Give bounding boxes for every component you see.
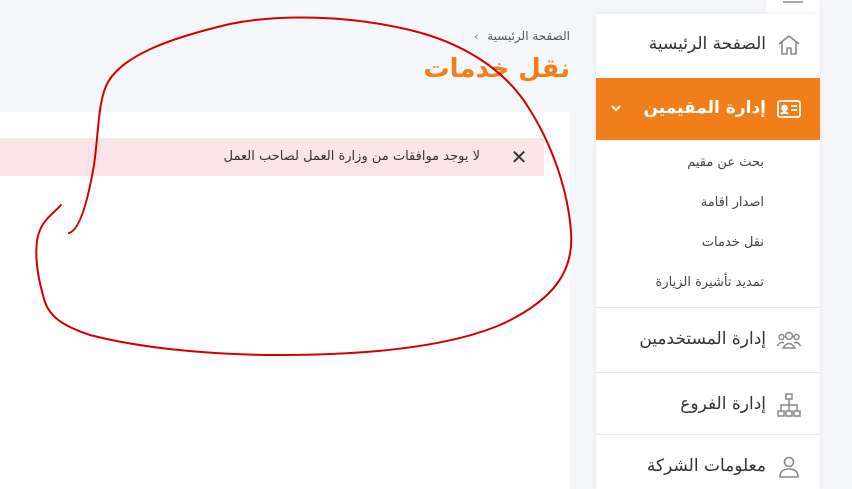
breadcrumb: الصفحة الرئيسية › xyxy=(474,29,570,43)
sidebar-item-branches[interactable]: إدارة الفروع xyxy=(596,373,820,437)
submenu-item-extend-visit-visa[interactable]: تمديد تأشيرة الزيارة xyxy=(656,275,764,290)
submenu-item-transfer-services[interactable]: نقل خدمات xyxy=(702,235,764,250)
sidebar-item-label: إدارة الفروع xyxy=(680,394,766,414)
error-alert: لا يوجد موافقات من وزارة العمل لصاحب الع… xyxy=(0,138,544,176)
sidebar-item-label: إدارة المستخدمين xyxy=(639,329,766,349)
users-icon xyxy=(776,327,802,353)
breadcrumb-separator: › xyxy=(473,30,479,43)
sidebar-item-residents[interactable]: إدارة المقيمين xyxy=(596,78,820,140)
breadcrumb-home-link[interactable]: الصفحة الرئيسية xyxy=(487,29,570,43)
page-title: نقل خدمات xyxy=(423,54,570,84)
home-icon xyxy=(776,32,802,58)
sidebar-item-label: الصفحة الرئيسية xyxy=(648,34,766,54)
user-icon xyxy=(776,454,802,480)
close-icon[interactable]: ✕ xyxy=(508,146,530,168)
submenu-item-search-resident[interactable]: بحث عن مقيم xyxy=(687,155,764,170)
sitemap-icon xyxy=(776,392,802,418)
sidebar-item-home[interactable]: الصفحة الرئيسية xyxy=(596,14,820,78)
sidebar-toggle-tab[interactable] xyxy=(766,0,820,14)
content-card: لا يوجد موافقات من وزارة العمل لصاحب الع… xyxy=(0,112,570,489)
sidebar-item-label: إدارة المقيمين xyxy=(643,98,766,118)
alert-message: لا يوجد موافقات من وزارة العمل لصاحب الع… xyxy=(223,149,480,164)
sidebar-item-label: معلومات الشركة xyxy=(646,456,766,476)
sidebar-item-users[interactable]: إدارة المستخدمين xyxy=(596,308,820,372)
submenu-item-issue-residence[interactable]: اصدار اقامة xyxy=(701,195,764,210)
id-card-icon xyxy=(776,96,802,122)
sidebar-item-company-info[interactable]: معلومات الشركة xyxy=(596,435,820,489)
sidebar: الصفحة الرئيسية إدارة المقيمين بحث عن مق… xyxy=(596,14,820,489)
chevron-down-icon[interactable] xyxy=(608,100,624,116)
